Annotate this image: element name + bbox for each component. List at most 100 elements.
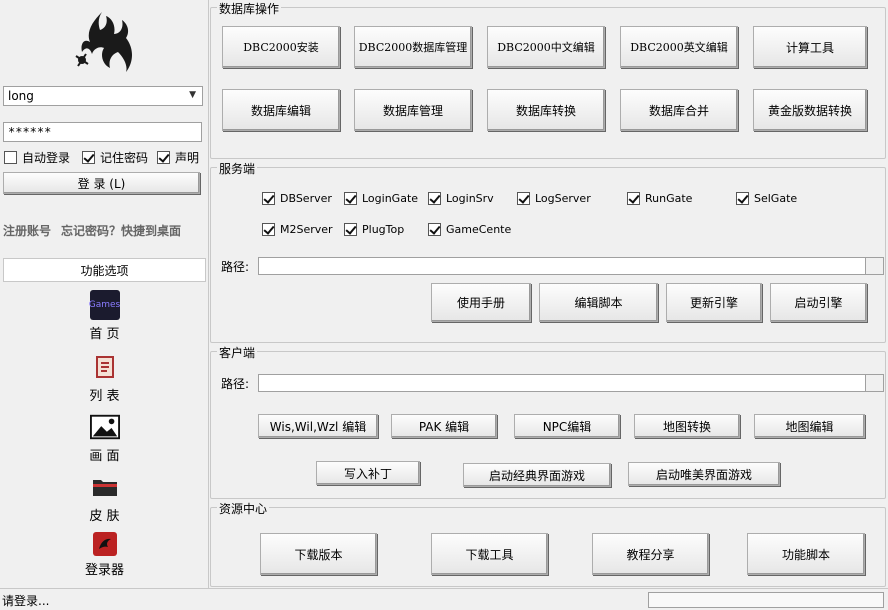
checkbox-box[interactable] (517, 192, 530, 205)
download-version-button[interactable]: 下载版本 (260, 533, 377, 575)
status-progress-box (648, 592, 884, 608)
image-icon (89, 412, 120, 442)
checkbox-box[interactable] (428, 192, 441, 205)
dbc-db-manage-button[interactable]: DBC2000数据库管理 (354, 26, 472, 68)
check-label: LogServer (535, 192, 591, 205)
nav-item-picture[interactable]: 画 面 (0, 412, 209, 464)
checkbox-box[interactable] (262, 192, 275, 205)
check-label: LoginSrv (446, 192, 494, 205)
map-convert-button[interactable]: 地图转换 (634, 414, 740, 438)
calc-tool-button[interactable]: 计算工具 (753, 26, 867, 68)
dbc-cn-edit-button[interactable]: DBC2000中文编辑 (487, 26, 605, 68)
wil-edit-button[interactable]: Wis,Wil,Wzl 编辑 (258, 414, 378, 438)
nav-item-list[interactable]: 列 表 (0, 352, 209, 404)
check-label: LoginGate (362, 192, 419, 205)
checkbox-box[interactable] (82, 150, 95, 164)
server-path-browse-button[interactable] (865, 257, 884, 275)
tutorial-share-button[interactable]: 教程分享 (592, 533, 709, 575)
start-engine-button[interactable]: 启动引擎 (770, 283, 867, 322)
beauty-ui-launch-button[interactable]: 启动唯美界面游戏 (628, 462, 780, 486)
checkbox-box[interactable] (736, 192, 749, 205)
check-label: DBServer (280, 192, 332, 205)
checkbox-box[interactable] (157, 150, 170, 164)
remember-password-label: 记住密码 (100, 150, 149, 165)
dbc-install-button[interactable]: DBC2000安装 (222, 26, 340, 68)
npc-edit-button[interactable]: NPC编辑 (514, 414, 620, 438)
nav-item-label: 皮 肤 (89, 509, 120, 524)
nav-item-label: 列 表 (89, 389, 120, 404)
username-combobox[interactable]: long ▼ (3, 86, 203, 106)
remember-password-checkbox[interactable]: 记住密码 (82, 148, 148, 166)
classic-ui-launch-button[interactable]: 启动经典界面游戏 (463, 463, 611, 487)
download-tools-button[interactable]: 下载工具 (431, 533, 548, 575)
auto-login-label: 自动登录 (22, 150, 71, 165)
check-selgate[interactable]: SelGate (736, 192, 797, 205)
check-label: GameCente (446, 223, 512, 236)
status-bar: 请登录... (0, 588, 888, 610)
forgot-password-link[interactable]: 忘记密码？ (61, 224, 121, 238)
left-panel: long ▼ ****** 自动登录 记住密码 声明 登 录 (L) 注册账号忘… (0, 0, 209, 588)
list-icon (90, 352, 120, 382)
gold-data-convert-button[interactable]: 黄金版数据转换 (753, 89, 867, 131)
check-plugtop[interactable]: PlugTop (344, 223, 404, 236)
check-rungate[interactable]: RunGate (627, 192, 692, 205)
password-field[interactable]: ****** (3, 122, 202, 142)
account-links: 注册账号 忘记密码？快捷到桌面 (3, 222, 191, 239)
dbc-en-edit-button[interactable]: DBC2000英文编辑 (620, 26, 738, 68)
statement-checkbox[interactable]: 声明 (157, 148, 199, 166)
checkbox-box[interactable] (344, 192, 357, 205)
dragon-icon (92, 532, 117, 556)
checkbox-box[interactable] (627, 192, 640, 205)
folder-icon (90, 472, 120, 502)
check-label: PlugTop (362, 223, 405, 236)
checkbox-box[interactable] (344, 223, 357, 236)
db-convert-button[interactable]: 数据库转换 (487, 89, 605, 131)
desktop-shortcut-link[interactable]: 快捷到桌面 (121, 224, 181, 238)
server-group-title: 服务端 (217, 160, 258, 177)
check-label: M2Server (280, 223, 333, 236)
games-icon: Games (89, 290, 120, 320)
check-m2server[interactable]: M2Server (262, 223, 333, 236)
client-path-browse-button[interactable] (865, 374, 884, 392)
db-merge-button[interactable]: 数据库合并 (620, 89, 738, 131)
resources-group-title: 资源中心 (217, 500, 270, 517)
status-text: 请登录... (2, 594, 50, 608)
map-edit-button[interactable]: 地图编辑 (754, 414, 865, 438)
auto-login-checkbox[interactable]: 自动登录 (4, 148, 70, 166)
check-logingate[interactable]: LoginGate (344, 192, 418, 205)
username-value: long (8, 89, 34, 103)
nav-item-label: 登录器 (84, 563, 124, 578)
check-logserver[interactable]: LogServer (517, 192, 591, 205)
db-manage-button[interactable]: 数据库管理 (354, 89, 472, 131)
check-gamecente[interactable]: GameCente (428, 223, 511, 236)
database-group-title: 数据库操作 (217, 0, 282, 17)
feature-options-button[interactable]: 功能选项 (3, 258, 206, 282)
statement-label: 声明 (175, 150, 200, 165)
check-label: RunGate (645, 192, 693, 205)
login-button[interactable]: 登 录 (L) (3, 172, 200, 194)
update-engine-button[interactable]: 更新引擎 (666, 283, 762, 322)
server-path-label: 路径: (221, 260, 250, 274)
db-edit-button[interactable]: 数据库编辑 (222, 89, 340, 131)
checkbox-box[interactable] (428, 223, 441, 236)
nav-item-label: 画 面 (89, 449, 120, 464)
edit-script-button[interactable]: 编辑脚本 (539, 283, 658, 322)
nav-item-home[interactable]: Games 首 页 (0, 290, 209, 342)
nav-item-skin[interactable]: 皮 肤 (0, 472, 209, 524)
server-path-input[interactable] (258, 257, 866, 275)
check-dbserver[interactable]: DBServer (262, 192, 332, 205)
client-path-label: 路径: (221, 377, 250, 391)
pak-edit-button[interactable]: PAK 编辑 (391, 414, 497, 438)
chevron-down-icon[interactable]: ▼ (189, 90, 196, 100)
check-loginsrv[interactable]: LoginSrv (428, 192, 494, 205)
register-link[interactable]: 注册账号 (3, 224, 51, 238)
nav-item-launcher[interactable]: 登录器 (0, 532, 209, 578)
check-label: SelGate (754, 192, 798, 205)
checkbox-box[interactable] (262, 223, 275, 236)
manual-button[interactable]: 使用手册 (431, 283, 531, 322)
client-group-title: 客户端 (217, 344, 258, 361)
write-patch-button[interactable]: 写入补丁 (316, 461, 420, 485)
feature-script-button[interactable]: 功能脚本 (747, 533, 865, 575)
client-path-input[interactable] (258, 374, 866, 392)
checkbox-box[interactable] (4, 150, 17, 164)
